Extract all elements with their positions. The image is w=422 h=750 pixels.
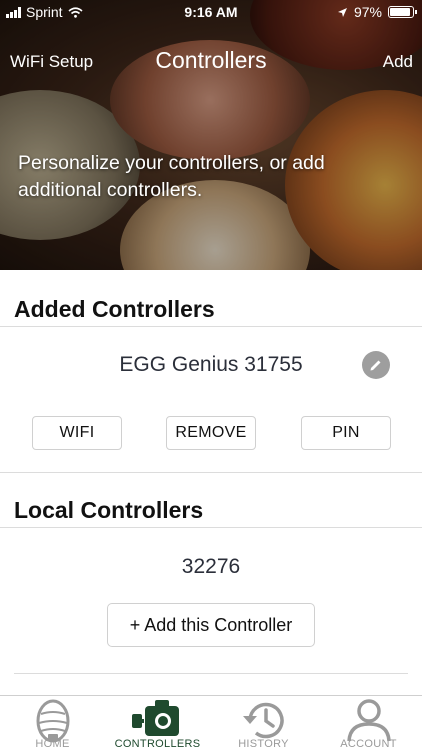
- hero-description: Personalize your controllers, or add add…: [18, 152, 325, 201]
- add-controller-button[interactable]: + Add this Controller: [107, 603, 315, 647]
- divider: [0, 326, 422, 327]
- location-arrow-icon: [337, 7, 347, 17]
- account-icon: [346, 699, 391, 742]
- local-controller-id: 32276: [181, 555, 241, 578]
- history-icon: [242, 702, 284, 739]
- tab-label: CONTROLLERS: [114, 738, 201, 750]
- hero-banner: Sprint 9:16 AM 97% WiFi Setup Controller…: [0, 0, 422, 270]
- tab-label: HISTORY: [238, 738, 289, 750]
- tab-home[interactable]: HOME: [0, 696, 105, 750]
- tab-label: ACCOUNT: [340, 738, 397, 750]
- status-bar: Sprint 9:16 AM 97%: [0, 0, 422, 24]
- tab-label: HOME: [35, 738, 70, 750]
- tab-account[interactable]: ACCOUNT: [316, 696, 421, 750]
- edit-controller-button[interactable]: [362, 351, 390, 379]
- wifi-button[interactable]: WIFI: [32, 416, 122, 450]
- pencil-icon: [370, 360, 381, 371]
- divider: [0, 527, 422, 528]
- local-controllers-heading: Local Controllers: [14, 497, 204, 523]
- controller-icon: [131, 700, 179, 736]
- page-title: Controllers: [155, 47, 267, 73]
- battery-percent: 97%: [353, 4, 382, 20]
- add-button[interactable]: Add: [383, 52, 413, 72]
- tab-bar: HOME CONTROLLERS HISTORY ACCOUNT: [0, 695, 422, 750]
- controller-name: EGG Genius 31755: [119, 353, 303, 376]
- status-right: 97%: [337, 4, 417, 20]
- hero-overlay: [0, 0, 422, 270]
- added-controllers-heading: Added Controllers: [14, 296, 215, 322]
- battery-level-fill: [390, 8, 411, 16]
- battery-icon: [388, 6, 417, 18]
- tab-history[interactable]: HISTORY: [211, 696, 316, 750]
- divider: [14, 673, 408, 674]
- remove-button[interactable]: REMOVE: [166, 416, 256, 450]
- pin-button[interactable]: PIN: [301, 416, 391, 450]
- tab-controllers[interactable]: CONTROLLERS: [105, 696, 210, 750]
- divider: [0, 472, 422, 473]
